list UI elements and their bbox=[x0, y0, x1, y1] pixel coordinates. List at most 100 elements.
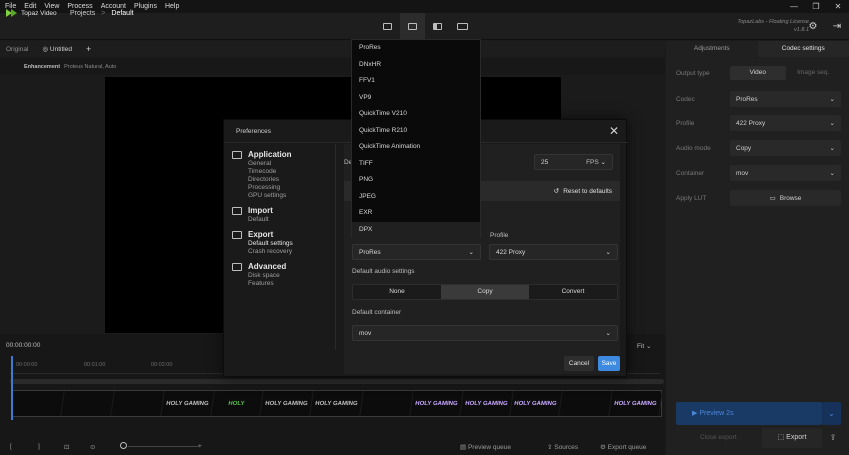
preview-label: Preview 2s bbox=[699, 410, 734, 417]
codec-option[interactable]: PNG bbox=[352, 172, 480, 189]
close-icon[interactable]: ✕ bbox=[609, 124, 619, 138]
menu-plugins[interactable]: Plugins bbox=[134, 3, 157, 10]
close-export-button[interactable]: Close export bbox=[676, 430, 761, 446]
cancel-button[interactable]: Cancel bbox=[564, 356, 594, 371]
close-window-button[interactable]: ✕ bbox=[827, 0, 849, 13]
nav-item-directories[interactable]: Directories bbox=[248, 176, 292, 184]
menu-account[interactable]: Account bbox=[101, 3, 126, 10]
breadcrumb-separator: > bbox=[101, 10, 106, 17]
zoom-fit-select[interactable]: Fit ⌄ bbox=[637, 342, 652, 350]
codec-option[interactable]: ProRes bbox=[352, 40, 480, 57]
codec-option[interactable]: JPEG bbox=[352, 189, 480, 206]
codec-option[interactable]: FFV1 bbox=[352, 73, 480, 90]
default-codec-select[interactable]: ProRes ⌄ bbox=[352, 244, 481, 260]
filmstrip-frame: HOLY GAMING bbox=[409, 391, 464, 416]
nav-heading-import[interactable]: Import bbox=[248, 206, 273, 216]
zoom-slider-track[interactable] bbox=[128, 446, 200, 447]
reset-defaults-button[interactable]: ↺ Reset to defaults bbox=[553, 187, 612, 196]
nav-item-general[interactable]: General bbox=[248, 160, 292, 168]
profile-select[interactable]: 422 Proxy ⌄ bbox=[730, 115, 841, 131]
share-icon[interactable]: ⇪ bbox=[824, 428, 842, 448]
nav-heading-export[interactable]: Export bbox=[248, 230, 293, 240]
codec-option[interactable]: VP9 bbox=[352, 90, 480, 107]
codec-option[interactable]: TIFF bbox=[352, 156, 480, 173]
mark-out-icon[interactable]: ] bbox=[38, 443, 40, 450]
view-single-button[interactable] bbox=[400, 13, 425, 40]
panel-toggle-icon[interactable]: ⇥ bbox=[825, 13, 849, 40]
menu-help[interactable]: Help bbox=[165, 3, 179, 10]
filmstrip-frame bbox=[11, 391, 65, 416]
breadcrumb-projects[interactable]: Projects bbox=[70, 10, 95, 17]
nav-item-gpu-settings[interactable]: GPU settings bbox=[248, 192, 292, 200]
tab-untitled[interactable]: ◎ Untitled bbox=[42, 45, 72, 53]
export-button[interactable]: ⬚ Export bbox=[762, 428, 822, 448]
codec-option[interactable]: DNxHR bbox=[352, 57, 480, 74]
timecode: 00:00:00:00 bbox=[6, 342, 41, 349]
snapshot-icon[interactable]: ⊙ bbox=[90, 443, 95, 451]
codec-option[interactable]: EXR bbox=[352, 205, 480, 222]
enhancement-label: Enhancement bbox=[24, 63, 61, 70]
timeline-scrollbar[interactable] bbox=[10, 379, 664, 384]
maximize-button[interactable]: ❐ bbox=[805, 0, 827, 13]
fps-select[interactable]: 25 FPS ⌄ bbox=[534, 154, 613, 170]
nav-item-import-default[interactable]: Default bbox=[248, 216, 273, 224]
codec-select[interactable]: ProRes ⌄ bbox=[730, 91, 841, 107]
output-type-row: Output type Video Image seq. bbox=[676, 65, 841, 81]
default-container-label: Default container bbox=[352, 309, 402, 316]
trim-icon[interactable]: ⊡ bbox=[64, 443, 69, 451]
preview-queue-button[interactable]: ▤ Preview queue bbox=[460, 443, 511, 451]
fps-value: 25 bbox=[541, 158, 549, 166]
right-panel-tabs: Adjustments Codec settings bbox=[666, 41, 849, 57]
browse-lut-button[interactable]: ▭ Browse bbox=[730, 190, 841, 206]
minimize-button[interactable]: — bbox=[783, 0, 805, 13]
save-button[interactable]: Save bbox=[598, 356, 620, 371]
default-container-select[interactable]: mov ⌄ bbox=[352, 325, 618, 341]
nav-item-default-settings[interactable]: Default settings bbox=[248, 240, 293, 248]
side-by-side-icon bbox=[457, 23, 468, 30]
codec-option[interactable]: QuickTime R210 bbox=[352, 123, 480, 140]
output-type-video[interactable]: Video bbox=[730, 66, 786, 80]
tab-original[interactable]: Original bbox=[6, 46, 28, 53]
view-crop-button[interactable] bbox=[375, 13, 400, 40]
export-queue-button[interactable]: ⚙ Export queue bbox=[600, 443, 646, 451]
preview-options-button[interactable]: ⌄ bbox=[822, 402, 841, 425]
nav-item-crash-recovery[interactable]: Crash recovery bbox=[248, 248, 293, 256]
nav-item-disk-space[interactable]: Disk space bbox=[248, 272, 286, 280]
add-view-button[interactable]: + bbox=[86, 44, 91, 54]
output-type-toggle: Video Image seq. bbox=[730, 66, 841, 80]
preview-button[interactable]: ▶ Preview 2s bbox=[676, 402, 822, 425]
output-type-label: Output type bbox=[676, 69, 710, 77]
tab-codec-settings[interactable]: Codec settings bbox=[757, 41, 849, 57]
export-icon bbox=[232, 231, 242, 239]
zoom-slider-handle[interactable] bbox=[120, 442, 127, 449]
menu-process[interactable]: Process bbox=[67, 3, 92, 10]
codec-option[interactable]: QuickTime V210 bbox=[352, 106, 480, 123]
tab-adjustments[interactable]: Adjustments bbox=[666, 41, 758, 57]
nav-heading-application[interactable]: Application bbox=[248, 150, 292, 160]
audio-option-copy[interactable]: Copy bbox=[441, 285, 529, 299]
audio-option-none[interactable]: None bbox=[353, 285, 441, 299]
sources-button[interactable]: ⇪ Sources bbox=[547, 443, 578, 451]
view-split-button[interactable] bbox=[425, 13, 450, 40]
mark-in-icon[interactable]: [ bbox=[10, 443, 12, 450]
filmstrip[interactable]: HOLY GAMING HOLY HOLY GAMING HOLY GAMING HOL… bbox=[11, 390, 663, 417]
nav-item-features[interactable]: Features bbox=[248, 280, 286, 288]
codec-option[interactable]: DPX bbox=[352, 221, 480, 238]
reset-icon: ↺ bbox=[553, 188, 560, 195]
container-select[interactable]: mov ⌄ bbox=[730, 165, 841, 181]
chevron-down-icon: ⌄ bbox=[600, 159, 606, 166]
default-profile-select[interactable]: 422 Proxy ⌄ bbox=[489, 244, 618, 260]
nav-item-processing[interactable]: Processing bbox=[248, 184, 292, 192]
audio-option-convert[interactable]: Convert bbox=[529, 285, 617, 299]
audio-mode-select[interactable]: Copy ⌄ bbox=[730, 140, 841, 156]
playhead[interactable] bbox=[11, 356, 13, 420]
monitor-icon bbox=[232, 151, 242, 159]
nav-heading-advanced[interactable]: Advanced bbox=[248, 262, 286, 272]
toolbar-right: ⚙ ⇥ bbox=[801, 13, 849, 40]
codec-option[interactable]: QuickTime Animation bbox=[352, 139, 480, 156]
nav-item-timecode[interactable]: Timecode bbox=[248, 168, 292, 176]
app-name: Topaz Video bbox=[21, 9, 57, 17]
settings-gear-icon[interactable]: ⚙ bbox=[801, 13, 825, 40]
view-side-by-side-button[interactable] bbox=[450, 13, 475, 40]
output-type-image-seq[interactable]: Image seq. bbox=[786, 66, 842, 80]
